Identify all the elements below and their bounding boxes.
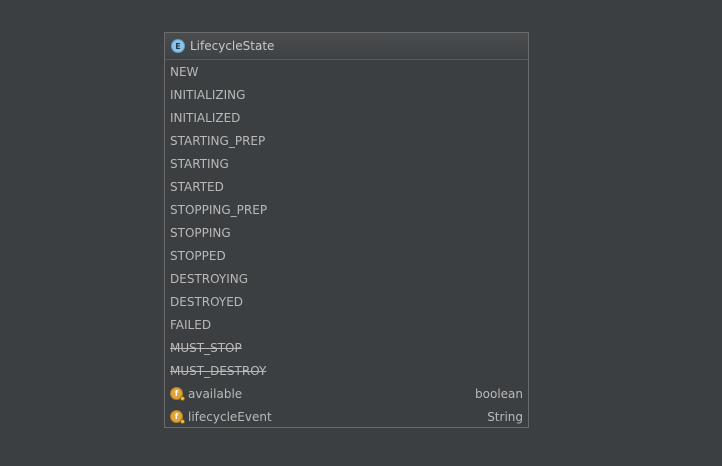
enum-constant-item[interactable]: STARTING_PREP — [165, 129, 528, 152]
structure-popup: E LifecycleState NEW INITIALIZING INITIA… — [164, 32, 529, 428]
popup-header: E LifecycleState — [165, 33, 528, 60]
enum-constant-item[interactable]: STARTED — [165, 175, 528, 198]
item-label: lifecycleEvent — [188, 409, 272, 424]
field-icon: f — [170, 387, 185, 401]
item-label: DESTROYED — [170, 294, 244, 309]
item-label: available — [188, 386, 243, 401]
enum-constant-item[interactable]: DESTROYED — [165, 290, 528, 313]
enum-constant-item[interactable]: STOPPING_PREP — [165, 198, 528, 221]
deprecated-enum-constant-item[interactable]: MUST_DESTROY — [165, 359, 528, 382]
item-label: STARTED — [170, 179, 224, 194]
item-label: STOPPING — [170, 225, 231, 240]
item-label: STOPPED — [170, 248, 226, 263]
item-label: STARTING — [170, 156, 229, 171]
item-label: DESTROYING — [170, 271, 249, 286]
field-item[interactable]: f lifecycleEvent String — [165, 405, 528, 428]
enum-constant-item[interactable]: INITIALIZED — [165, 106, 528, 129]
item-label: STARTING_PREP — [170, 133, 266, 148]
field-icon: f — [170, 410, 185, 424]
enum-constant-item[interactable]: STARTING — [165, 152, 528, 175]
enum-icon: E — [171, 39, 185, 53]
item-label: FAILED — [170, 317, 212, 332]
item-type: boolean — [475, 386, 523, 401]
popup-title: LifecycleState — [190, 39, 275, 53]
member-list: NEW INITIALIZING INITIALIZED STARTING_PR… — [165, 60, 528, 428]
field-item[interactable]: f available boolean — [165, 382, 528, 405]
deprecated-enum-constant-item[interactable]: MUST_STOP — [165, 336, 528, 359]
item-label: STOPPING_PREP — [170, 202, 268, 217]
item-label: MUST_STOP — [170, 340, 242, 355]
item-label: INITIALIZED — [170, 110, 241, 125]
item-label: MUST_DESTROY — [170, 363, 267, 378]
item-label: NEW — [170, 64, 199, 79]
enum-constant-item[interactable]: DESTROYING — [165, 267, 528, 290]
enum-constant-item[interactable]: FAILED — [165, 313, 528, 336]
enum-constant-item[interactable]: NEW — [165, 60, 528, 83]
enum-constant-item[interactable]: INITIALIZING — [165, 83, 528, 106]
item-label: INITIALIZING — [170, 87, 246, 102]
item-type: String — [487, 409, 523, 424]
enum-constant-item[interactable]: STOPPED — [165, 244, 528, 267]
enum-constant-item[interactable]: STOPPING — [165, 221, 528, 244]
